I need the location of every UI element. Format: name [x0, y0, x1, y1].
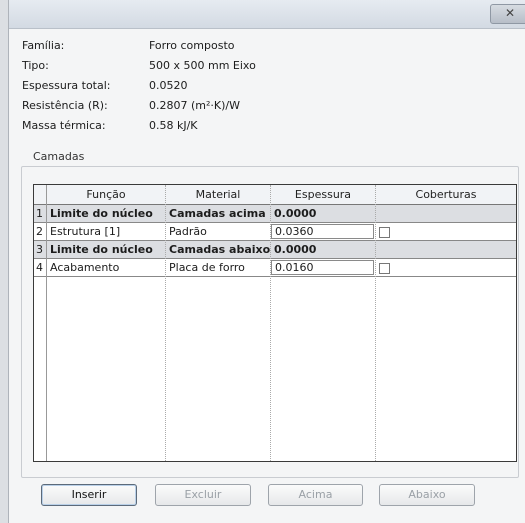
material-cell[interactable]: Camadas acima	[166, 205, 271, 222]
family-label: Família:	[22, 39, 65, 52]
function-cell[interactable]: Limite do núcleo	[47, 205, 166, 222]
thickness-cell[interactable]: 0.0000	[271, 205, 376, 222]
column-separator	[375, 185, 376, 461]
layers-group-label: Camadas	[31, 150, 87, 163]
resistance-value: 0.2807 (m²·K)/W	[149, 99, 240, 112]
row-number-header	[34, 186, 46, 203]
material-cell[interactable]: Padrão	[166, 223, 271, 240]
table-row[interactable]: 1 Limite do núcleo Camadas acima 0.0000	[34, 205, 516, 223]
close-button[interactable]: ✕	[490, 4, 525, 24]
row-number: 1	[36, 207, 43, 220]
family-value: Forro composto	[149, 39, 235, 52]
column-header-coverings[interactable]: Coberturas	[376, 186, 516, 203]
layers-table[interactable]: Função Material Espessura Coberturas 1 L…	[33, 184, 517, 462]
type-label: Tipo:	[22, 59, 49, 72]
row-number: 2	[36, 225, 43, 238]
column-header-material[interactable]: Material	[166, 186, 270, 203]
delete-button[interactable]: Excluir	[155, 484, 251, 506]
table-row[interactable]: 3 Limite do núcleo Camadas abaixo 0.0000	[34, 241, 516, 259]
row-number: 4	[36, 261, 43, 274]
resistance-label: Resistência (R):	[22, 99, 108, 112]
thickness-input[interactable]: 0.0360	[271, 224, 374, 239]
material-cell[interactable]: Camadas abaixo	[166, 241, 271, 258]
row-number: 3	[36, 243, 43, 256]
coverings-checkbox[interactable]	[379, 227, 390, 238]
close-icon: ✕	[504, 6, 516, 20]
insert-button[interactable]: Inserir	[41, 484, 137, 506]
column-separator	[270, 185, 271, 461]
row-number-separator	[46, 185, 47, 461]
function-cell[interactable]: Acabamento	[47, 259, 166, 276]
total-thickness-value: 0.0520	[149, 79, 188, 92]
thermal-mass-value: 0.58 kJ/K	[149, 119, 198, 132]
column-header-function[interactable]: Função	[47, 186, 165, 203]
thermal-mass-label: Massa térmica:	[22, 119, 106, 132]
thickness-value: 0.0360	[275, 225, 314, 238]
material-cell[interactable]: Placa de forro	[166, 259, 271, 276]
column-separator	[165, 185, 166, 461]
table-header: Função Material Espessura Coberturas	[34, 185, 516, 205]
thickness-value: 0.0160	[275, 261, 314, 274]
move-up-button[interactable]: Acima	[268, 484, 363, 506]
coverings-checkbox[interactable]	[379, 263, 390, 274]
thickness-cell[interactable]: 0.0000	[271, 241, 376, 258]
type-value: 500 x 500 mm Eixo	[149, 59, 256, 72]
table-row[interactable]: 2 Estrutura [1] Padrão 0.0360	[34, 223, 516, 241]
title-bar: ✕	[9, 0, 525, 29]
function-cell[interactable]: Estrutura [1]	[47, 223, 166, 240]
move-down-button[interactable]: Abaixo	[379, 484, 475, 506]
table-row[interactable]: 4 Acabamento Placa de forro 0.0160	[34, 259, 516, 277]
thickness-input[interactable]: 0.0160	[271, 260, 374, 275]
total-thickness-label: Espessura total:	[22, 79, 111, 92]
function-cell[interactable]: Limite do núcleo	[47, 241, 166, 258]
column-header-thickness[interactable]: Espessura	[271, 186, 375, 203]
